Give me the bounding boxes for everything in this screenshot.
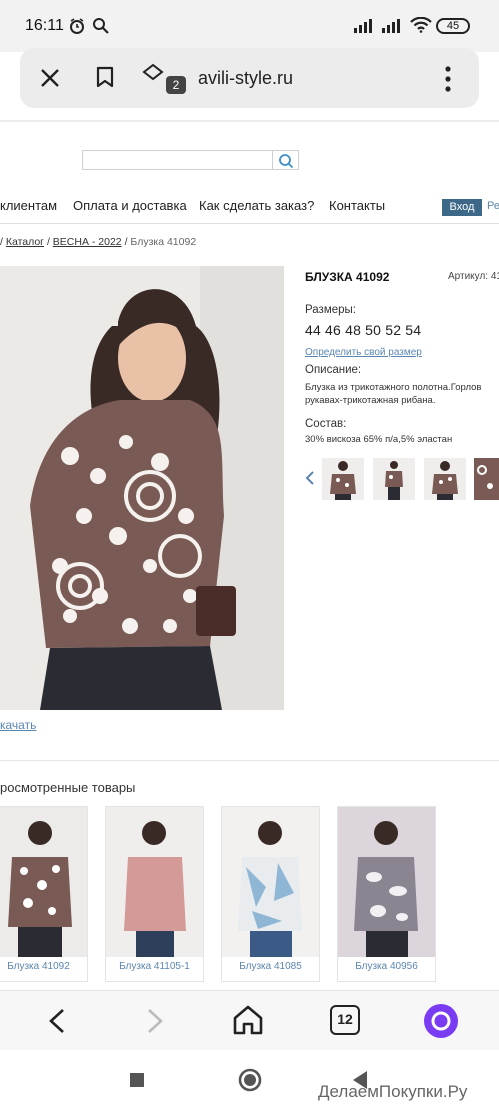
site-search-input[interactable] [82, 150, 273, 170]
product-photo [0, 807, 87, 957]
thumbnail-photo [373, 458, 415, 500]
battery-indicator: 45 [436, 18, 470, 34]
signal-icon [354, 19, 372, 33]
bookmark-icon[interactable] [96, 66, 114, 88]
viewed-card[interactable]: Блузка 41085 [221, 806, 320, 982]
home-icon[interactable] [232, 1004, 264, 1036]
viewed-card[interactable]: Блузка 41105-1 [105, 806, 204, 982]
breadcrumb-season[interactable]: ВЕСНА - 2022 [53, 236, 122, 248]
viewed-card-image [222, 807, 319, 957]
thumbnail-prev-icon[interactable] [305, 471, 315, 485]
site-search-button[interactable] [273, 150, 299, 170]
description-label: Описание: [305, 364, 362, 376]
register-link[interactable]: Ре [487, 200, 499, 212]
breadcrumb-sep: / [46, 236, 50, 248]
login-button[interactable]: Вход [442, 199, 482, 216]
product-main-image[interactable] [0, 266, 284, 710]
download-link[interactable]: качать [0, 718, 36, 732]
thumbnail-photo [424, 458, 466, 500]
viewed-card-image [0, 807, 87, 957]
watermark-text: ДелаемПокупки.Ру [318, 1082, 468, 1101]
viewed-card[interactable]: Блузка 41092 [0, 806, 88, 982]
product-photo [338, 807, 435, 957]
breadcrumb-sep: / [124, 236, 128, 248]
tabs-stack-icon[interactable] [140, 62, 166, 86]
status-bar: 16:11 45 [0, 0, 499, 52]
browser-address-bar: 2 avili-style.ru [20, 48, 479, 108]
size-guide-link[interactable]: Определить свой размер [305, 347, 422, 358]
recents-icon[interactable] [129, 1072, 145, 1088]
search-icon [93, 18, 109, 34]
close-icon[interactable] [40, 68, 60, 88]
nav-item-clients[interactable]: клиентам [0, 198, 57, 213]
thumbnail-3[interactable] [424, 458, 466, 500]
section-divider [0, 760, 499, 761]
more-menu-icon[interactable] [445, 66, 451, 92]
browser-bottom-bar: 12 [0, 990, 499, 1050]
thumbnail-2[interactable] [373, 458, 415, 500]
magnifier-icon [279, 154, 294, 169]
web-page: клиентам Оплата и доставка Как сделать з… [0, 120, 499, 990]
composition-label: Состав: [305, 418, 347, 430]
tabs-count-button[interactable]: 12 [330, 1005, 360, 1035]
viewed-card-label[interactable]: Блузка 41085 [222, 961, 319, 972]
viewed-card-image [106, 807, 203, 957]
nav-item-payment[interactable]: Оплата и доставка [73, 198, 187, 213]
viewed-card-label[interactable]: Блузка 41105-1 [106, 961, 203, 972]
thumbnail-4[interactable] [474, 458, 499, 500]
viewed-card-label[interactable]: Блузка 40956 [338, 961, 435, 972]
description-line: Блузка из трикотажного полотна.Горлов [305, 382, 482, 393]
sizes-label: Размеры: [305, 304, 356, 316]
back-icon[interactable] [48, 1008, 66, 1034]
description-text: Блузка из трикотажного полотна.Горлов ру… [305, 381, 499, 407]
signal-icon-2 [382, 19, 400, 33]
wifi-icon [410, 17, 432, 33]
tab-count-badge[interactable]: 2 [166, 76, 186, 94]
description-line: рукавах-трикотажная рибана. [305, 395, 436, 406]
product-photo [222, 807, 319, 957]
thumbnail-1[interactable] [322, 458, 364, 500]
home-circle-icon[interactable] [238, 1068, 262, 1092]
composition-text: 30% вискоза 65% п/а,5% эластан [305, 434, 453, 445]
nav-item-contacts[interactable]: Контакты [329, 198, 385, 213]
sizes-list: 44 46 48 50 52 54 [305, 322, 422, 338]
nav-item-how-to-order[interactable]: Как сделать заказ? [199, 198, 314, 213]
alice-assistant-icon[interactable] [423, 1003, 459, 1039]
product-article: Артикул: 41 [448, 271, 499, 282]
viewed-card[interactable]: Блузка 40956 [337, 806, 436, 982]
alarm-icon [70, 18, 84, 34]
breadcrumb-current: Блузка 41092 [130, 236, 197, 248]
product-photo [0, 266, 284, 710]
breadcrumb: / Каталог / ВЕСНА - 2022 / Блузка 41092 [0, 236, 196, 248]
top-nav: клиентам Оплата и доставка Как сделать з… [0, 198, 499, 224]
viewed-products-title: росмотренные товары [0, 780, 136, 795]
breadcrumb-catalog[interactable]: Каталог [6, 236, 44, 248]
status-time: 16:11 [25, 17, 64, 34]
thumbnail-photo [474, 458, 499, 500]
url-text[interactable]: avili-style.ru [198, 68, 293, 89]
product-title: БЛУЗКА 41092 [305, 270, 390, 284]
forward-icon[interactable] [146, 1008, 164, 1034]
nav-divider [0, 223, 499, 224]
breadcrumb-sep: / [0, 236, 3, 248]
product-photo [106, 807, 203, 957]
viewed-card-image [338, 807, 435, 957]
viewed-card-label[interactable]: Блузка 41092 [0, 961, 87, 972]
thumbnail-photo [322, 458, 364, 500]
